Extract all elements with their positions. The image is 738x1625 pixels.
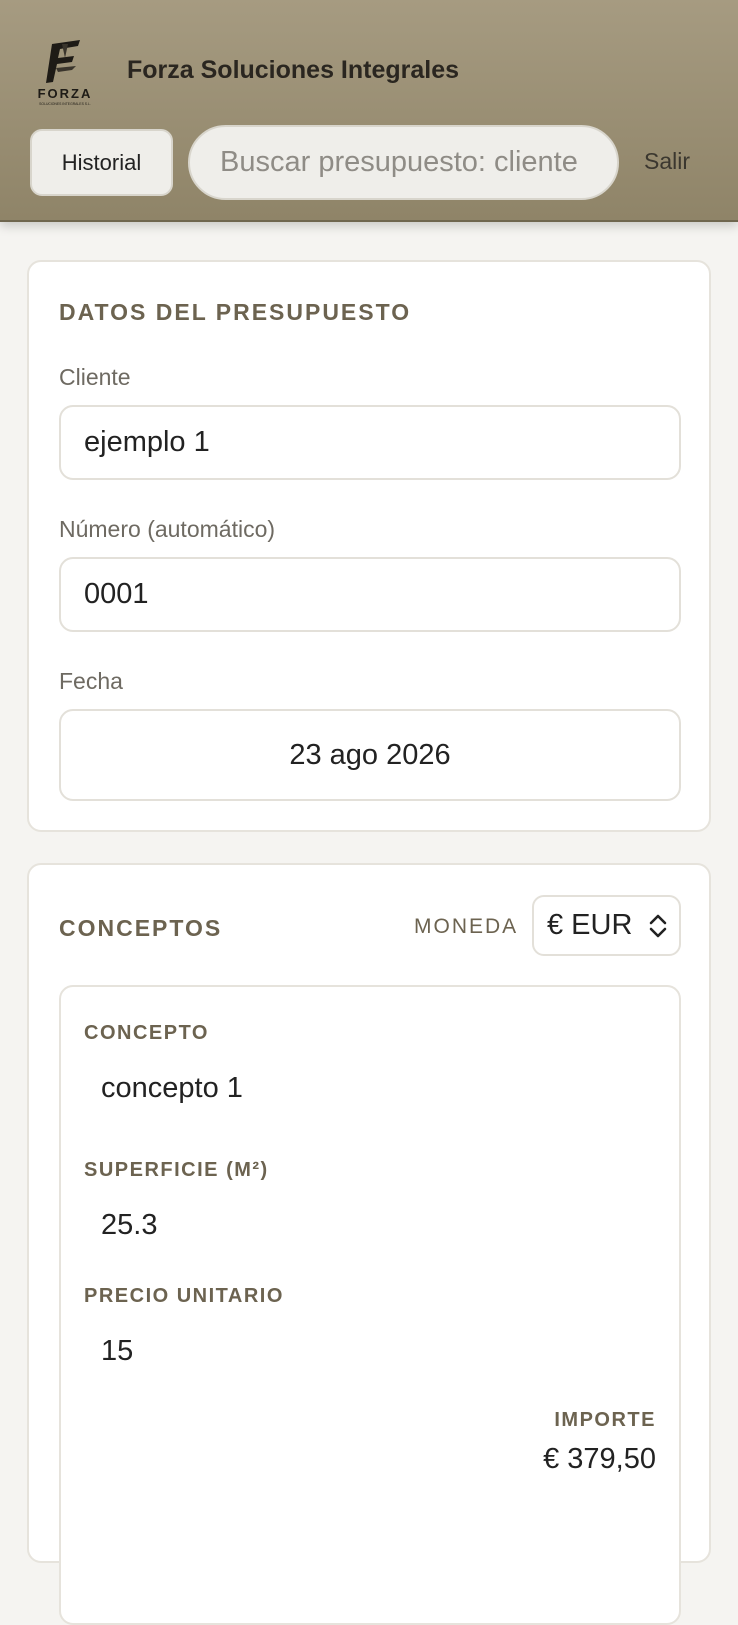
importe-label: IMPORTE [554,1409,656,1431]
app-header: FORZA SOLUCIONES INTEGRALES S.L. Forza S… [0,0,738,222]
concepto-label: CONCEPTO [84,1022,209,1044]
cliente-label: Cliente [59,364,131,390]
superficie-label: SUPERFICIE (M²) [84,1159,269,1181]
forza-logo-icon: FORZA SOLUCIONES INTEGRALES S.L. [38,40,93,106]
precio-label: PRECIO UNITARIO [84,1285,284,1307]
concepto-input[interactable]: concepto 1 [101,1072,243,1105]
cliente-field[interactable]: ejemplo 1 [59,405,681,480]
history-button[interactable]: Historial [30,129,173,196]
app-title: Forza Soluciones Integrales [127,56,460,84]
currency-select[interactable]: € EUR [532,895,681,956]
svg-text:FORZA: FORZA [38,86,93,101]
superficie-input[interactable]: 25.3 [101,1209,157,1242]
budget-data-card: DATOS DEL PRESUPUESTO Cliente ejemplo 1 … [27,260,711,832]
precio-input[interactable]: 15 [101,1335,133,1368]
chevron-up-down-icon [649,914,667,938]
concept-item-card: CONCEPTO concepto 1 SUPERFICIE (M²) 25.3… [59,985,681,1625]
fecha-label: Fecha [59,668,123,694]
numero-label: Número (automático) [59,516,276,542]
svg-text:SOLUCIONES INTEGRALES S.L.: SOLUCIONES INTEGRALES S.L. [39,102,91,106]
importe-value: € 379,50 [543,1443,656,1475]
concepts-card: CONCEPTOS MONEDA € EUR CONCEPTO concepto… [27,863,711,1625]
moneda-label: MONEDA [414,915,519,938]
section-title-datos: DATOS DEL PRESUPUESTO [59,299,412,325]
fecha-field[interactable]: 23 ago 2026 [59,709,681,801]
section-title-conceptos: CONCEPTOS [59,915,223,941]
logout-button[interactable]: Salir [644,148,690,175]
currency-value: € EUR [547,909,633,941]
numero-field[interactable]: 0001 [59,557,681,632]
search-input[interactable] [188,125,619,200]
